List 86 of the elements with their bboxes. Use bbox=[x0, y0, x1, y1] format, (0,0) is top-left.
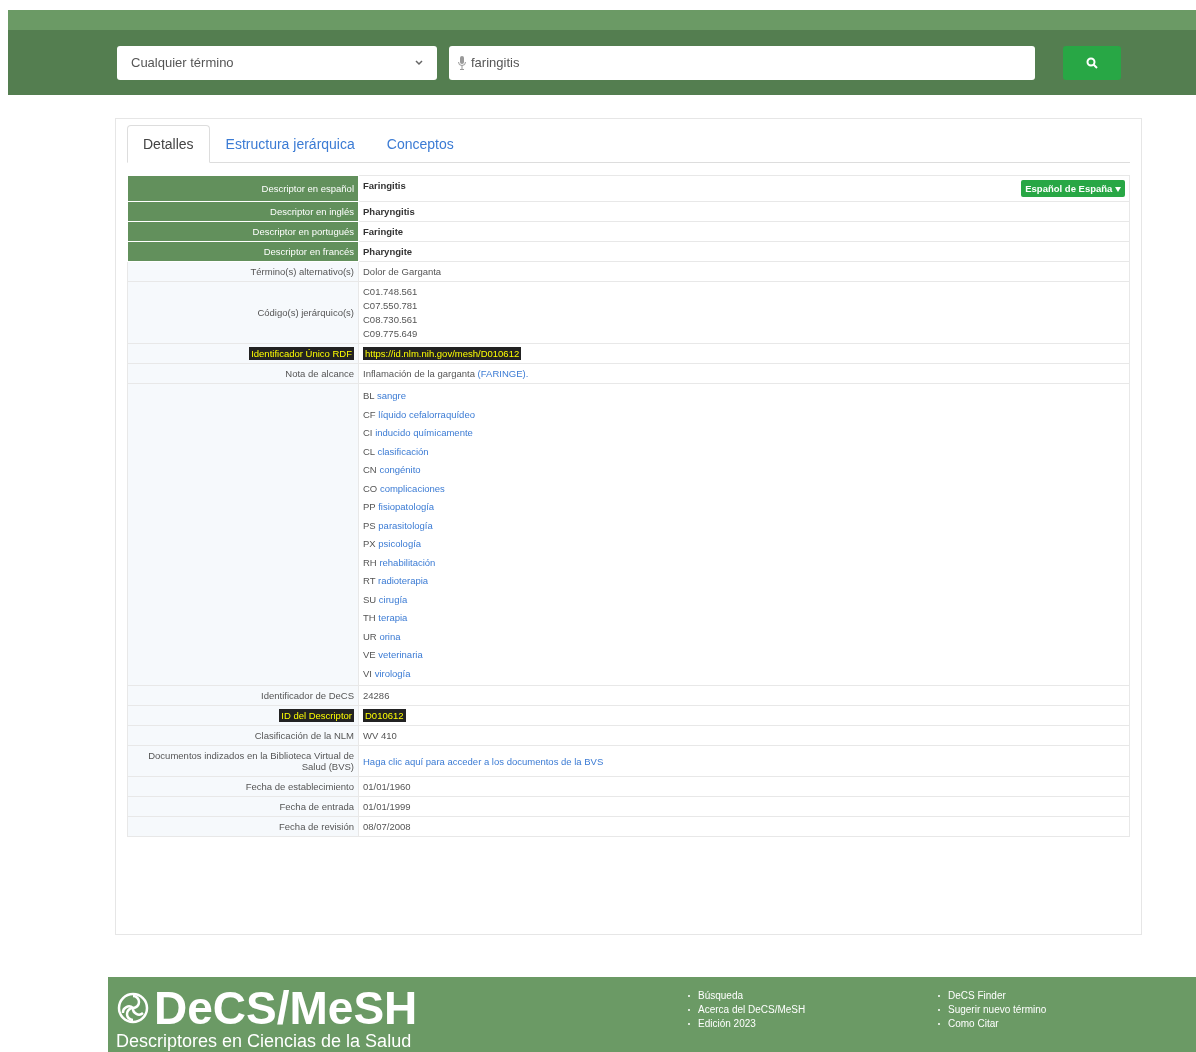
qualifier-code: RH bbox=[363, 556, 377, 568]
row-label: Fecha de establecimiento bbox=[127, 776, 359, 797]
qualifier-code: VI bbox=[363, 667, 372, 679]
row-label: Identificador Único RDF bbox=[249, 347, 354, 360]
row-value: Pharyngite bbox=[363, 246, 414, 257]
row-label: Fecha de revisión bbox=[127, 816, 359, 837]
qualifier-link[interactable]: parasitología bbox=[378, 519, 433, 531]
row-label: Término(s) alternativo(s) bbox=[127, 261, 359, 282]
tab[interactable]: Detalles bbox=[127, 125, 210, 163]
qualifier-link[interactable]: fisiopatología bbox=[378, 501, 435, 512]
row-label: ID del Descriptor bbox=[279, 709, 354, 722]
search-field-select[interactable]: Cualquier término bbox=[117, 45, 437, 80]
qualifier-code: TH bbox=[363, 612, 376, 623]
qualifier-link[interactable]: sangre bbox=[376, 390, 406, 401]
footer-link[interactable]: Edición 2023 bbox=[698, 1017, 756, 1031]
row-label: Fecha de entrada bbox=[127, 796, 359, 817]
qualifier-code: PX bbox=[363, 538, 376, 549]
qualifier-code: PP bbox=[363, 501, 376, 512]
qualifier-code: CI bbox=[363, 427, 373, 438]
row-label: Descriptor en inglés bbox=[127, 201, 359, 222]
row-label: Descriptor en español bbox=[127, 175, 359, 202]
footer-link[interactable]: Sugerir nuevo término bbox=[948, 1003, 1047, 1017]
row-value: D010612 bbox=[363, 709, 406, 722]
row-label: Descriptor en francés bbox=[127, 241, 359, 262]
footer-link[interactable]: Búsqueda bbox=[698, 989, 744, 1003]
qualifier-link[interactable]: rehabilitación bbox=[379, 556, 436, 568]
documents-link[interactable]: Haga clic aquí para acceder a los documentos de la BVS bbox=[363, 755, 604, 767]
row-value: 01/01/1999 bbox=[363, 801, 412, 812]
row-value: 08/07/2008 bbox=[363, 821, 412, 832]
qualifier-link[interactable]: líquido cefalorraquídeo bbox=[378, 408, 475, 420]
qualifier-link[interactable]: psicología bbox=[378, 538, 422, 549]
footer-link[interactable]: Como Citar bbox=[948, 1017, 999, 1031]
swirl-logo-icon bbox=[116, 991, 150, 1025]
row-value: C09.775.649 bbox=[363, 328, 419, 339]
row-value: C07.550.781 bbox=[363, 300, 419, 311]
qualifier-link[interactable]: terapia bbox=[378, 612, 408, 623]
qualifier-link[interactable]: inducido químicamente bbox=[375, 427, 473, 438]
qualifier-link[interactable]: veterinaria bbox=[378, 649, 423, 660]
row-value: https://id.nlm.nih.gov/mesh/D010612 bbox=[363, 347, 522, 360]
scope-link[interactable]: (FARINGE). bbox=[477, 368, 529, 379]
tab[interactable]: Conceptos bbox=[370, 125, 470, 163]
qualifier-code: SU bbox=[363, 593, 377, 605]
search-button[interactable] bbox=[1063, 45, 1121, 80]
qualifier-code: VE bbox=[363, 649, 376, 660]
row-label: Documentos indizados en la Biblioteca Virtual de Salud (BVS) bbox=[127, 745, 359, 777]
caret-icon bbox=[1115, 187, 1121, 192]
row-value: C08.730.561 bbox=[363, 314, 419, 325]
caret-icon bbox=[415, 59, 423, 66]
language-dropdown[interactable]: Español de España bbox=[1021, 180, 1125, 197]
qualifier-code: CF bbox=[363, 408, 376, 420]
footer-link[interactable]: DeCS Finder bbox=[948, 989, 1006, 1003]
row-value: Dolor de Garganta bbox=[363, 266, 443, 277]
qualifier-link[interactable]: radioterapia bbox=[377, 575, 429, 586]
qualifier-link[interactable]: virología bbox=[374, 667, 411, 679]
row-value: WV 410 bbox=[363, 730, 398, 741]
qualifier-link[interactable]: congénito bbox=[379, 464, 421, 475]
row-value: Faringite bbox=[363, 226, 405, 237]
row-value: 24286 bbox=[363, 690, 391, 701]
qualifier-code: UR bbox=[363, 630, 377, 642]
qualifier-code: PS bbox=[363, 519, 376, 531]
row-label: Nota de alcance bbox=[127, 363, 359, 384]
microphone-icon bbox=[457, 54, 467, 71]
row-value: 01/01/1960 bbox=[363, 781, 412, 792]
row-label: Clasificación de la NLM bbox=[127, 725, 359, 746]
qualifier-code: RT bbox=[363, 575, 376, 586]
logo-text: DeCS/MeSH bbox=[154, 985, 418, 1031]
qualifier-link[interactable]: clasificación bbox=[377, 445, 429, 457]
qualifier-code: CN bbox=[363, 464, 377, 475]
qualifier-link[interactable]: orina bbox=[379, 630, 401, 642]
row-value: Pharyngitis bbox=[363, 206, 416, 217]
qualifier-code: CO bbox=[363, 482, 378, 494]
scope-note: Inflamación de la garganta (FARINGE). bbox=[363, 368, 529, 379]
search-field[interactable]: faringitis bbox=[449, 45, 1035, 80]
qualifier-link[interactable]: complicaciones bbox=[379, 482, 445, 494]
qualifier-code: BL bbox=[363, 390, 375, 401]
qualifier-link[interactable]: cirugía bbox=[378, 593, 408, 605]
footer-link[interactable]: Acerca del DeCS/MeSH bbox=[698, 1003, 806, 1017]
search-icon bbox=[1086, 56, 1098, 69]
row-label: Descriptor en portugués bbox=[127, 221, 359, 242]
row-value: C01.748.561 bbox=[363, 286, 419, 297]
qualifier-code: CL bbox=[363, 445, 375, 457]
row-label: Identificador de DeCS bbox=[127, 685, 359, 706]
tab[interactable]: Estructura jerárquica bbox=[209, 125, 371, 163]
logo-subtitle: Descriptores en Ciencias de la Salud bbox=[116, 1031, 413, 1051]
row-label: Código(s) jerárquico(s) bbox=[127, 281, 359, 344]
row-value: Faringitis bbox=[363, 180, 407, 191]
